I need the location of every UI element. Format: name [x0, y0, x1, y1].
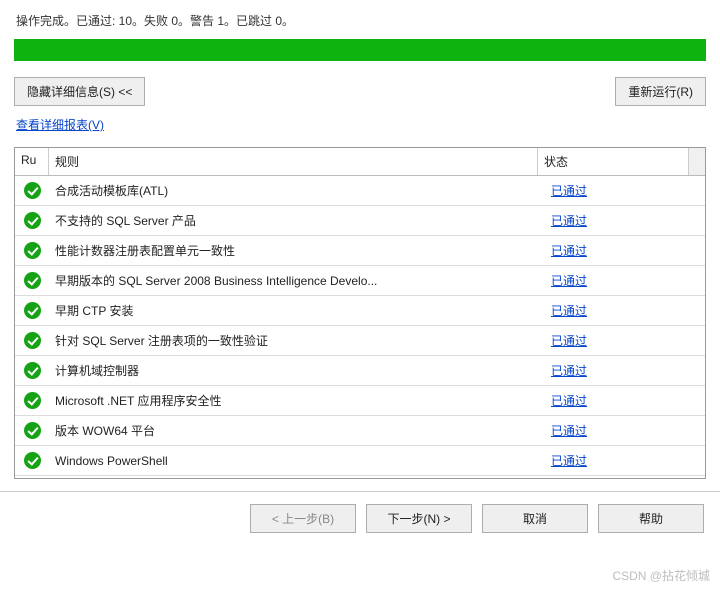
status-cell: 已通过 [547, 182, 705, 199]
table-body[interactable]: 合成活动模板库(ATL)已通过不支持的 SQL Server 产品已通过性能计数… [15, 176, 705, 478]
status-cell: 已通过 [547, 392, 705, 409]
status-link[interactable]: 已通过 [551, 364, 587, 378]
pass-icon [24, 362, 41, 379]
view-report-link[interactable]: 查看详细报表(V) [16, 118, 104, 132]
table-row[interactable]: 早期版本的 SQL Server 2008 Business Intellige… [15, 266, 705, 296]
rerun-button[interactable]: 重新运行(R) [615, 77, 706, 106]
table-row[interactable]: 计算机域控制器已通过 [15, 356, 705, 386]
status-cell: 已通过 [547, 362, 705, 379]
rule-cell: 版本 WOW64 平台 [49, 422, 547, 439]
status-cell: 已通过 [547, 212, 705, 229]
table-row[interactable]: Windows 防火墙警告 [15, 476, 705, 478]
hide-details-button[interactable]: 隐藏详细信息(S) << [14, 77, 145, 106]
rule-cell: 合成活动模板库(ATL) [49, 182, 547, 199]
col-header-status[interactable]: 状态 [538, 148, 688, 175]
status-link[interactable]: 已通过 [551, 334, 587, 348]
status-cell: 已通过 [547, 242, 705, 259]
table-row[interactable]: 不支持的 SQL Server 产品已通过 [15, 206, 705, 236]
status-cell: 已通过 [547, 422, 705, 439]
table-row[interactable]: 针对 SQL Server 注册表项的一致性验证已通过 [15, 326, 705, 356]
pass-icon [24, 182, 41, 199]
rule-cell: 针对 SQL Server 注册表项的一致性验证 [49, 332, 547, 349]
help-button[interactable]: 帮助 [598, 504, 704, 533]
progress-bar [14, 39, 706, 61]
table-row[interactable]: 早期 CTP 安装已通过 [15, 296, 705, 326]
rule-cell: 早期 CTP 安装 [49, 302, 547, 319]
status-cell: 已通过 [547, 302, 705, 319]
pass-icon [24, 272, 41, 289]
status-link[interactable]: 已通过 [551, 454, 587, 468]
status-link[interactable]: 已通过 [551, 394, 587, 408]
next-button[interactable]: 下一步(N) > [366, 504, 472, 533]
pass-icon [24, 422, 41, 439]
status-link[interactable]: 已通过 [551, 424, 587, 438]
rule-cell: 计算机域控制器 [49, 362, 547, 379]
col-header-rule[interactable]: 规则 [49, 148, 538, 175]
table-row[interactable]: 版本 WOW64 平台已通过 [15, 416, 705, 446]
table-row[interactable]: Microsoft .NET 应用程序安全性已通过 [15, 386, 705, 416]
status-link[interactable]: 已通过 [551, 274, 587, 288]
rule-cell: Microsoft .NET 应用程序安全性 [49, 392, 547, 409]
table-header: Ru 规则 状态 [15, 148, 705, 176]
status-link[interactable]: 已通过 [551, 214, 587, 228]
status-cell: 已通过 [547, 332, 705, 349]
rule-cell: 性能计数器注册表配置单元一致性 [49, 242, 547, 259]
pass-icon [24, 332, 41, 349]
rule-cell: 不支持的 SQL Server 产品 [49, 212, 547, 229]
rules-table: Ru 规则 状态 合成活动模板库(ATL)已通过不支持的 SQL Server … [14, 147, 706, 479]
pass-icon [24, 212, 41, 229]
status-cell: 已通过 [547, 452, 705, 469]
status-cell: 已通过 [547, 272, 705, 289]
status-link[interactable]: 已通过 [551, 184, 587, 198]
status-link[interactable]: 已通过 [551, 244, 587, 258]
summary-text: 操作完成。已通过: 10。失败 0。警告 1。已跳过 0。 [16, 12, 706, 29]
table-row[interactable]: 合成活动模板库(ATL) 已通过 [15, 176, 705, 206]
pass-icon [24, 242, 41, 259]
cancel-button[interactable]: 取消 [482, 504, 588, 533]
rule-cell: Windows PowerShell [49, 454, 547, 468]
rule-cell: 早期版本的 SQL Server 2008 Business Intellige… [49, 272, 547, 289]
col-header-scroll [688, 148, 705, 175]
watermark: CSDN @拈花倾城 [612, 567, 710, 584]
table-row[interactable]: Windows PowerShell 已通过 [15, 446, 705, 476]
status-link[interactable]: 已通过 [551, 304, 587, 318]
footer-buttons: < 上一步(B) 下一步(N) > 取消 帮助 [14, 492, 706, 533]
pass-icon [24, 302, 41, 319]
pass-icon [24, 392, 41, 409]
col-header-ru[interactable]: Ru [15, 148, 49, 175]
pass-icon [24, 452, 41, 469]
table-row[interactable]: 性能计数器注册表配置单元一致性已通过 [15, 236, 705, 266]
back-button[interactable]: < 上一步(B) [250, 504, 356, 533]
